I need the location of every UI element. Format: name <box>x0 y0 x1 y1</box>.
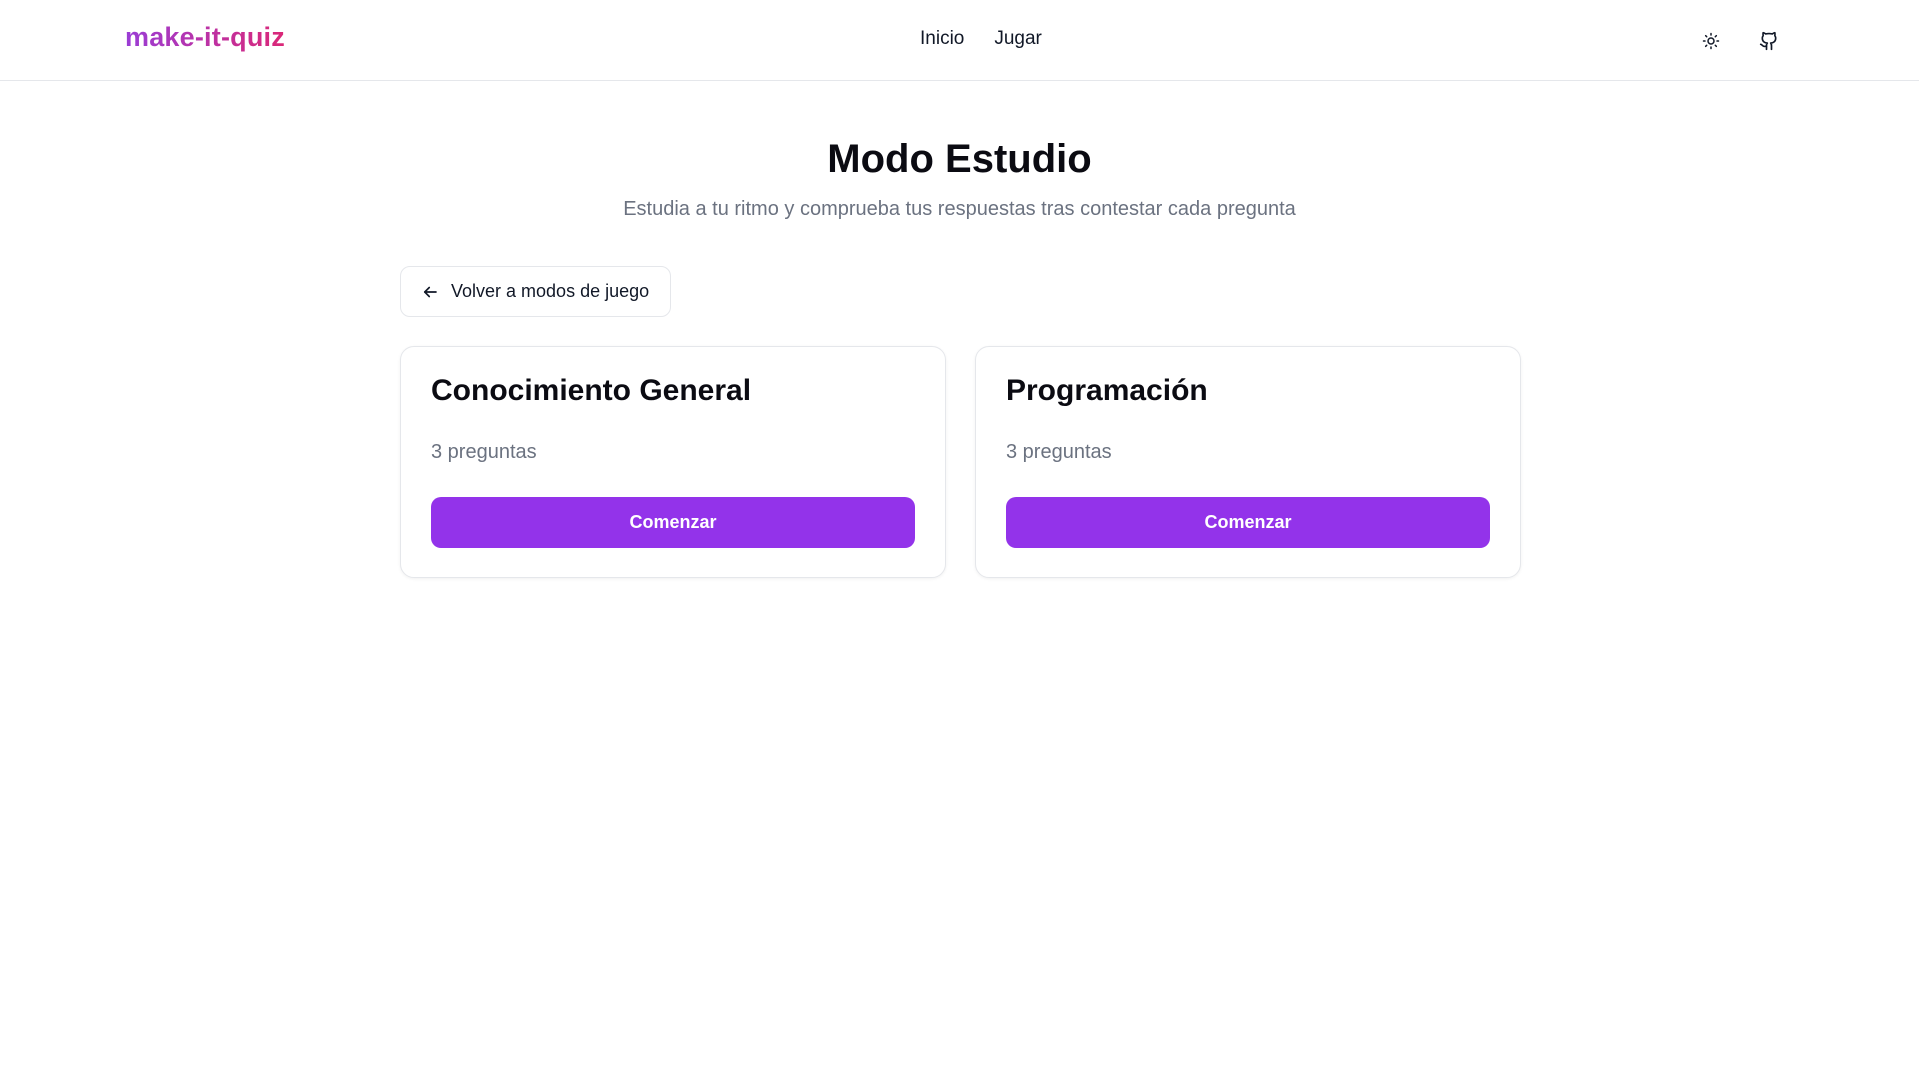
quiz-question-count: 3 preguntas <box>431 441 537 463</box>
start-quiz-button[interactable]: Comenzar <box>1006 497 1490 548</box>
top-navbar: make-it-quiz Inicio Jugar <box>0 0 1919 81</box>
nav-link-jugar[interactable]: Jugar <box>994 28 1042 50</box>
nav-link-inicio[interactable]: Inicio <box>920 28 964 50</box>
main-nav: Inicio Jugar <box>920 28 1042 50</box>
quiz-card-programacion: Programación 3 preguntas Comenzar <box>975 346 1521 578</box>
quiz-card-title: Programación <box>1006 374 1208 407</box>
page-subtitle: Estudia a tu ritmo y comprueba tus respu… <box>623 198 1296 220</box>
start-quiz-button[interactable]: Comenzar <box>431 497 915 548</box>
page-title: Modo Estudio <box>827 137 1092 181</box>
logo-link[interactable]: make-it-quiz <box>125 22 285 53</box>
back-to-modes-button[interactable]: Volver a modos de juego <box>400 266 672 317</box>
quiz-card-title: Conocimiento General <box>431 374 752 407</box>
back-button-label: Volver a modos de juego <box>451 281 650 301</box>
quiz-card-general: Conocimiento General 3 preguntas Comenza… <box>400 346 946 578</box>
arrow-left-icon <box>423 286 437 297</box>
github-link-button[interactable] <box>1750 22 1788 60</box>
sun-icon <box>1702 32 1720 50</box>
github-icon <box>1759 31 1777 51</box>
quiz-question-count: 3 preguntas <box>1006 441 1112 463</box>
theme-toggle-button[interactable] <box>1692 22 1730 60</box>
